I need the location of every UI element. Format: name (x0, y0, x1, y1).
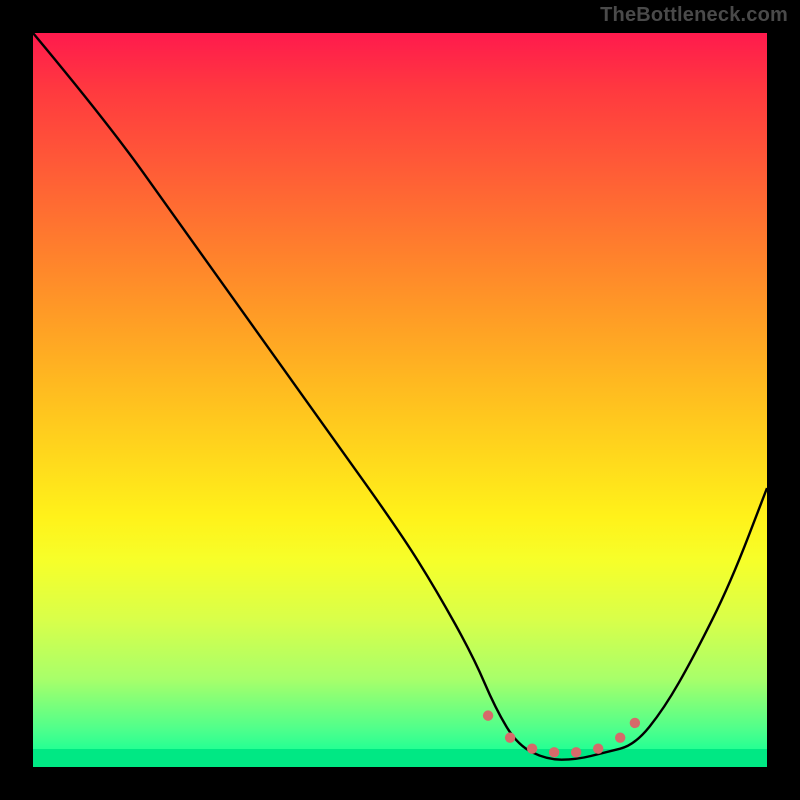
bottleneck-curve-line (33, 33, 767, 760)
curve-marker-dot (615, 732, 625, 742)
watermark-text: TheBottleneck.com (600, 4, 788, 27)
curve-marker-dot (593, 743, 603, 753)
plot-area (33, 33, 767, 767)
curve-marker-dot (527, 743, 537, 753)
bottleneck-curve-svg (33, 33, 767, 767)
chart-frame: TheBottleneck.com (0, 0, 800, 800)
curve-marker-dot (571, 747, 581, 757)
curve-marker-dot (549, 747, 559, 757)
curve-marker-dot (505, 732, 515, 742)
curve-marker-dot (630, 718, 640, 728)
curve-marker-dot (483, 710, 493, 720)
